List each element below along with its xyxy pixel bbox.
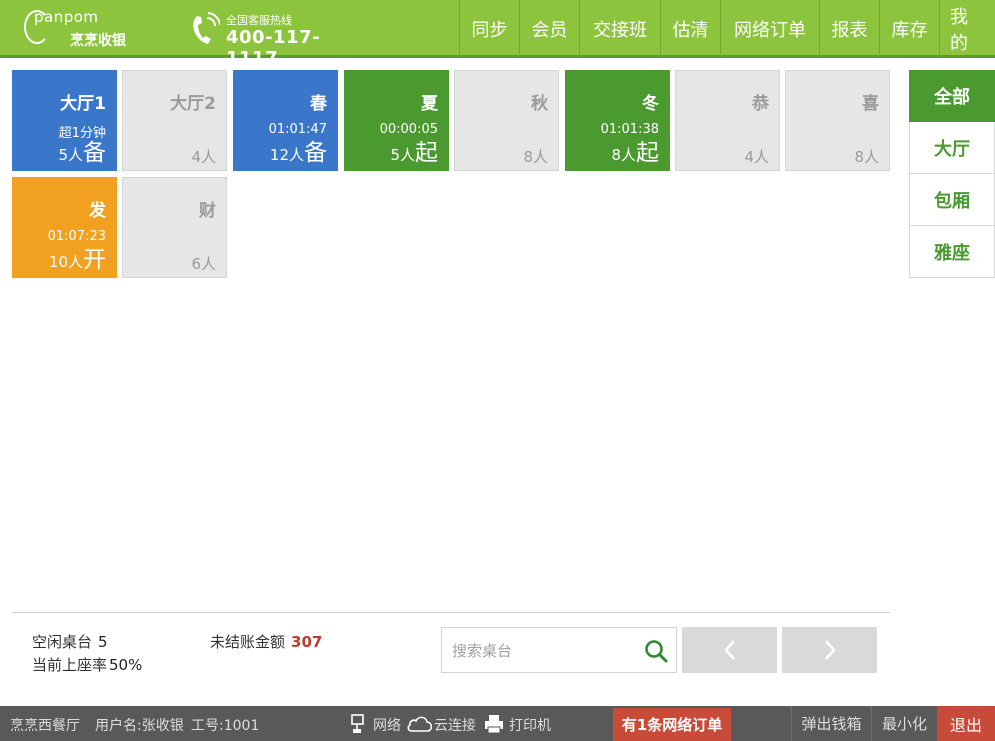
occupancy-value: 50% [109, 656, 143, 674]
nav-mine[interactable]: 我的 [939, 0, 995, 58]
table-tile[interactable]: 财 6人 [122, 177, 227, 278]
table-status: 起 [415, 140, 438, 166]
table-status: 备 [83, 140, 106, 166]
table-guests: 5人 [390, 146, 415, 164]
unsettled-value: 307 [291, 633, 323, 651]
table-tile[interactable]: 大厅1 超1分钟 5人备 [12, 70, 117, 171]
table-name: 春 [310, 94, 327, 114]
hotline-number: 400-117-1117 [226, 27, 321, 69]
chevron-left-icon [723, 640, 735, 660]
nav-inventory[interactable]: 库存 [879, 0, 939, 58]
table-name: 大厅2 [170, 94, 216, 114]
table-name: 冬 [642, 94, 659, 114]
staff-id: 工号:1001 [191, 718, 260, 734]
status-bar: 烹烹西餐厅 用户名:张收银 工号:1001 网络 云连接 打印机 有1条网络订单… [0, 706, 995, 741]
printer-status: 打印机 [509, 718, 551, 734]
hotline-label: 全国客服热线 [226, 14, 292, 27]
area-tab-hall[interactable]: 大厅 [909, 122, 995, 174]
table-tile[interactable]: 大厅2 4人 [122, 70, 227, 171]
unsettled-amount-stat: 未结账金额 307 [210, 631, 322, 652]
table-name: 夏 [421, 94, 438, 114]
area-tab-all[interactable]: 全部 [909, 70, 995, 122]
table-tile[interactable]: 秋 8人 [454, 70, 559, 171]
table-name: 喜 [862, 94, 879, 114]
divider [12, 612, 890, 613]
table-status: 起 [636, 140, 659, 166]
table-grid: 大厅1 超1分钟 5人备 大厅2 4人 春 01:01:47 12人备 夏 00… [12, 70, 892, 285]
table-guests: 4人 [191, 148, 216, 166]
table-guests: 12人 [269, 146, 304, 164]
logo-text-cn: 烹烹收银 [70, 33, 126, 49]
main-nav: 同步 会员 交接班 估清 网络订单 报表 库存 我的 [459, 0, 995, 58]
occupancy-stat: 当前上座率 50% [32, 654, 142, 675]
phone-icon [193, 12, 220, 44]
table-tile[interactable]: 恭 4人 [675, 70, 780, 171]
table-tile[interactable]: 春 01:01:47 12人备 [233, 70, 338, 171]
exit-button[interactable]: 退出 [937, 706, 995, 741]
table-guests: 8人 [611, 146, 636, 164]
table-search-input[interactable] [452, 640, 632, 662]
table-guests: 8人 [854, 148, 879, 166]
online-order-alert[interactable]: 有1条网络订单 [613, 708, 731, 741]
top-header: panpom 烹烹收银 全国客服热线 400-117-1117 同步 会员 交接… [0, 0, 995, 69]
prev-page-button[interactable] [682, 627, 777, 673]
network-icon [351, 714, 364, 733]
area-tab-booth[interactable]: 雅座 [909, 226, 995, 278]
idle-tables-label: 空闲桌台 [32, 633, 93, 651]
occupancy-label: 当前上座率 [32, 656, 108, 674]
printer-icon [485, 715, 503, 734]
table-status: 开 [83, 247, 106, 273]
table-tile[interactable]: 冬 01:01:38 8人起 [565, 70, 670, 171]
nav-reports[interactable]: 报表 [819, 0, 879, 58]
table-guests: 8人 [523, 148, 548, 166]
table-guests: 6人 [191, 255, 216, 273]
network-status: 网络 [373, 718, 401, 734]
cloud-status: 云连接 [434, 718, 476, 734]
table-name: 财 [199, 201, 216, 221]
cloud-icon [407, 716, 433, 732]
nav-sync[interactable]: 同步 [459, 0, 519, 58]
unsettled-label: 未结账金额 [210, 633, 286, 651]
table-search [441, 627, 677, 673]
store-name: 烹烹西餐厅 [10, 718, 80, 734]
idle-tables-stat: 空闲桌台 5 [32, 631, 108, 652]
nav-shift-handover[interactable]: 交接班 [579, 0, 660, 58]
logo-text-en: panpom [34, 8, 99, 26]
table-name: 发 [89, 201, 106, 221]
table-guests: 10人 [48, 253, 83, 271]
next-page-button[interactable] [782, 627, 877, 673]
search-icon[interactable] [644, 639, 668, 663]
area-tab-private-room[interactable]: 包厢 [909, 174, 995, 226]
table-tile[interactable]: 喜 8人 [785, 70, 890, 171]
table-name: 恭 [752, 94, 769, 114]
nav-sold-out[interactable]: 估清 [660, 0, 720, 58]
nav-online-orders[interactable]: 网络订单 [720, 0, 819, 58]
chevron-right-icon [824, 640, 836, 660]
open-cash-drawer-button[interactable]: 弹出钱箱 [791, 706, 871, 741]
user-name: 用户名:张收银 [95, 718, 184, 734]
table-guests: 5人 [58, 146, 83, 164]
area-filter: 全部 大厅 包厢 雅座 [909, 70, 995, 278]
minimize-button[interactable]: 最小化 [871, 706, 937, 741]
table-name: 秋 [531, 94, 548, 114]
table-guests: 4人 [744, 148, 769, 166]
table-status: 备 [304, 140, 327, 166]
hotline: 全国客服热线 400-117-1117 [190, 10, 360, 69]
nav-member[interactable]: 会员 [519, 0, 579, 58]
table-tile[interactable]: 夏 00:00:05 5人起 [344, 70, 449, 171]
table-tile[interactable]: 发 01:07:23 10人开 [12, 177, 117, 278]
idle-tables-value: 5 [98, 633, 108, 651]
app-logo: panpom 烹烹收银 [24, 8, 174, 52]
table-name: 大厅1 [60, 94, 106, 114]
